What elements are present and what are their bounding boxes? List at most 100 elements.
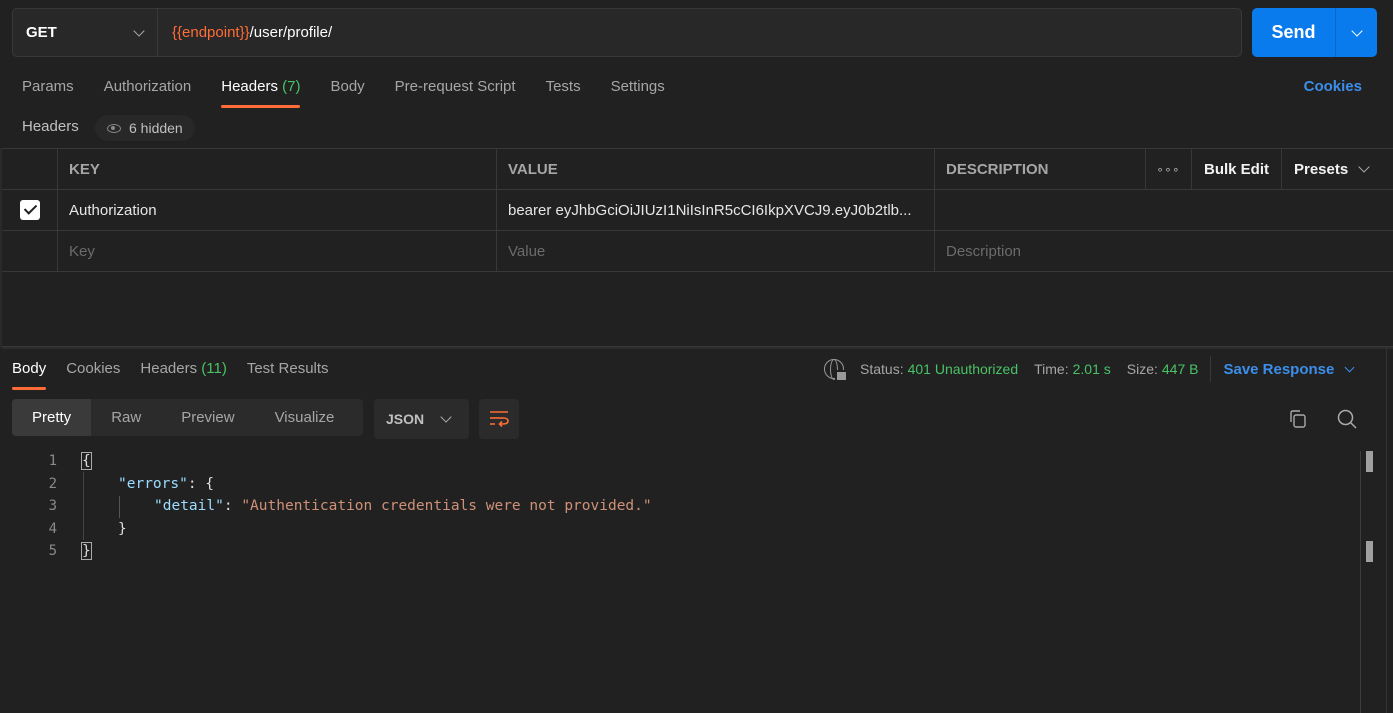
headers-section-title: Headers <box>22 118 79 135</box>
chevron-down-icon <box>1344 362 1355 372</box>
response-meta: Status: 401 Unauthorized Time: 2.01 s Si… <box>824 356 1355 382</box>
tab-body[interactable]: Body <box>330 70 364 106</box>
status-label: Status: <box>860 361 904 377</box>
response-body-editor[interactable]: 1 { 2 "errors": { 3 "detail": "Authentic… <box>0 450 1360 563</box>
bulk-edit-button[interactable]: Bulk Edit <box>1192 149 1282 189</box>
tab-label: Pre-request Script <box>394 78 516 95</box>
table-row-new: Key Value Description <box>2 231 1393 272</box>
time-label: Time: <box>1034 361 1069 377</box>
json-key: "detail" <box>154 498 224 515</box>
pane-resize-handle[interactable] <box>2 346 1393 349</box>
new-description-input[interactable]: Description <box>935 231 1392 271</box>
size-label: Size: <box>1126 361 1158 377</box>
more-options-button[interactable]: ∘∘∘ <box>1146 149 1192 189</box>
row-checkbox-cell <box>2 190 58 230</box>
view-raw[interactable]: Raw <box>91 399 161 436</box>
response-tabs: Body Cookies Headers (11) Test Results <box>12 352 349 390</box>
tab-label: Headers <box>221 78 278 95</box>
send-button-group: Send <box>1252 8 1377 57</box>
code-line: 2 "errors": { <box>0 473 1360 496</box>
hidden-headers-toggle[interactable]: 6 hidden <box>95 115 195 141</box>
headers-table: KEY VALUE DESCRIPTION ∘∘∘ Bulk Edit Pres… <box>2 148 1393 272</box>
code-line: 4 } <box>0 518 1360 541</box>
code-text: } <box>118 520 127 537</box>
response-tab-test-results[interactable]: Test Results <box>247 352 329 388</box>
json-key: "errors" <box>118 475 188 492</box>
code-text: "errors": { <box>118 475 215 492</box>
tab-params[interactable]: Params <box>22 70 74 106</box>
language-select[interactable]: JSON <box>374 399 469 439</box>
view-preview[interactable]: Preview <box>161 399 254 436</box>
eye-icon <box>107 123 121 133</box>
presets-label: Presets <box>1294 160 1349 178</box>
tab-label: Headers <box>140 360 198 377</box>
chevron-down-icon <box>440 411 452 423</box>
editor-scrollbar[interactable] <box>1360 451 1361 713</box>
network-lock-icon[interactable] <box>824 359 848 382</box>
code-line: 3 "detail": "Authentication credentials … <box>0 495 1360 518</box>
send-options-button[interactable] <box>1336 8 1377 57</box>
tab-label: Test Results <box>246 360 329 377</box>
tab-count: (11) <box>201 360 227 377</box>
tab-headers[interactable]: Headers (7) <box>221 70 301 108</box>
view-mode-group: Pretty Raw Preview Visualize <box>12 399 363 436</box>
wrap-lines-button[interactable] <box>479 399 519 439</box>
new-key-input[interactable]: Key <box>58 231 497 271</box>
code-line: 5 } <box>0 540 1360 563</box>
response-tab-headers[interactable]: Headers (11) <box>140 352 226 388</box>
code-line: 1 { <box>0 450 1360 473</box>
header-description-cell[interactable] <box>935 190 1392 230</box>
code-text: { <box>81 452 92 471</box>
search-button[interactable] <box>1334 406 1360 432</box>
line-number: 1 <box>48 453 57 470</box>
url-input[interactable]: {{endpoint}}/user/profile/ <box>158 9 1241 56</box>
line-number: 5 <box>48 543 57 560</box>
code-text: "detail": "Authentication credentials we… <box>154 498 652 515</box>
tab-label: Body <box>330 78 365 95</box>
table-row: Authorization bearer eyJhbGciOiJIUzI1NiI… <box>2 190 1393 231</box>
method-label: GET <box>26 24 57 41</box>
save-response-button[interactable]: Save Response <box>1223 360 1355 378</box>
response-tab-body[interactable]: Body <box>12 352 47 390</box>
copy-button[interactable] <box>1285 406 1311 432</box>
tab-label: Authorization <box>103 78 192 95</box>
response-tab-cookies[interactable]: Cookies <box>66 352 120 388</box>
column-key: KEY <box>58 149 497 189</box>
save-response-label: Save Response <box>1223 360 1335 378</box>
presets-dropdown[interactable]: Presets <box>1282 149 1393 189</box>
header-key-cell[interactable]: Authorization <box>58 190 497 230</box>
view-pretty[interactable]: Pretty <box>12 399 92 436</box>
line-number: 2 <box>48 475 57 492</box>
tab-settings[interactable]: Settings <box>611 70 665 106</box>
time-value[interactable]: 2.01 s <box>1073 361 1111 377</box>
tab-label: Cookies <box>66 360 121 377</box>
chevron-down-icon <box>133 24 145 37</box>
scrollbar-marker <box>1366 541 1373 562</box>
cookies-link[interactable]: Cookies <box>1304 78 1362 95</box>
method-select[interactable]: GET <box>13 9 158 56</box>
tab-label: Settings <box>610 78 665 95</box>
tab-label: Body <box>12 360 47 377</box>
tab-tests[interactable]: Tests <box>546 70 581 106</box>
more-icon: ∘∘∘ <box>1156 163 1181 176</box>
scrollbar-marker <box>1366 451 1373 472</box>
send-button[interactable]: Send <box>1252 8 1336 57</box>
tab-pre-request-script[interactable]: Pre-request Script <box>395 70 516 106</box>
column-value: VALUE <box>497 149 935 189</box>
language-label: JSON <box>386 411 425 427</box>
tab-count: (7) <box>282 78 301 95</box>
header-checkbox-col <box>2 149 58 189</box>
status-value[interactable]: 401 Unauthorized <box>908 361 1019 377</box>
view-visualize[interactable]: Visualize <box>255 399 355 436</box>
tab-label: Tests <box>545 78 581 95</box>
wrap-icon <box>490 411 509 428</box>
header-enabled-checkbox[interactable] <box>19 200 40 220</box>
new-value-input[interactable]: Value <box>497 231 935 271</box>
header-value-cell[interactable]: bearer eyJhbGciOiJIUzI1NiIsInR5cCI6IkpXV… <box>497 190 935 230</box>
tab-label: Params <box>22 78 74 95</box>
chevron-down-icon <box>1350 24 1363 37</box>
search-icon <box>1337 409 1357 429</box>
size-value[interactable]: 447 B <box>1162 361 1199 377</box>
column-description: DESCRIPTION <box>935 149 1146 189</box>
tab-authorization[interactable]: Authorization <box>104 70 192 106</box>
